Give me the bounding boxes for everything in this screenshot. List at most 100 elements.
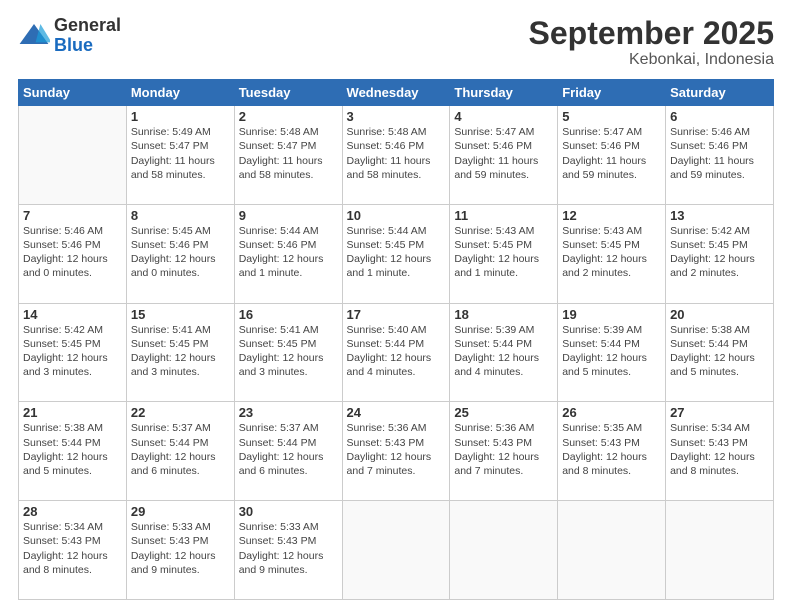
day-info: Sunrise: 5:36 AMSunset: 5:43 PMDaylight:… — [347, 421, 446, 478]
page: General Blue September 2025 Kebonkai, In… — [0, 0, 792, 612]
day-number: 11 — [454, 208, 553, 223]
table-row — [342, 501, 450, 600]
header-sunday: Sunday — [19, 80, 127, 106]
day-info: Sunrise: 5:41 AMSunset: 5:45 PMDaylight:… — [131, 323, 230, 380]
table-row: 21Sunrise: 5:38 AMSunset: 5:44 PMDayligh… — [19, 402, 127, 501]
table-row: 16Sunrise: 5:41 AMSunset: 5:45 PMDayligh… — [234, 303, 342, 402]
day-number: 12 — [562, 208, 661, 223]
day-info: Sunrise: 5:41 AMSunset: 5:45 PMDaylight:… — [239, 323, 338, 380]
day-number: 5 — [562, 109, 661, 124]
day-info: Sunrise: 5:46 AMSunset: 5:46 PMDaylight:… — [670, 125, 769, 182]
day-number: 21 — [23, 405, 122, 420]
calendar-week-4: 21Sunrise: 5:38 AMSunset: 5:44 PMDayligh… — [19, 402, 774, 501]
day-number: 18 — [454, 307, 553, 322]
day-number: 6 — [670, 109, 769, 124]
day-number: 24 — [347, 405, 446, 420]
day-info: Sunrise: 5:37 AMSunset: 5:44 PMDaylight:… — [131, 421, 230, 478]
day-number: 25 — [454, 405, 553, 420]
day-info: Sunrise: 5:33 AMSunset: 5:43 PMDaylight:… — [239, 520, 338, 577]
day-info: Sunrise: 5:48 AMSunset: 5:47 PMDaylight:… — [239, 125, 338, 182]
day-number: 19 — [562, 307, 661, 322]
table-row: 28Sunrise: 5:34 AMSunset: 5:43 PMDayligh… — [19, 501, 127, 600]
table-row: 24Sunrise: 5:36 AMSunset: 5:43 PMDayligh… — [342, 402, 450, 501]
day-info: Sunrise: 5:35 AMSunset: 5:43 PMDaylight:… — [562, 421, 661, 478]
logo-general: General — [54, 16, 121, 36]
table-row: 9Sunrise: 5:44 AMSunset: 5:46 PMDaylight… — [234, 204, 342, 303]
day-number: 2 — [239, 109, 338, 124]
title-block: September 2025 Kebonkai, Indonesia — [529, 16, 774, 69]
table-row: 12Sunrise: 5:43 AMSunset: 5:45 PMDayligh… — [558, 204, 666, 303]
day-number: 16 — [239, 307, 338, 322]
table-row: 13Sunrise: 5:42 AMSunset: 5:45 PMDayligh… — [666, 204, 774, 303]
logo: General Blue — [18, 16, 121, 56]
table-row: 19Sunrise: 5:39 AMSunset: 5:44 PMDayligh… — [558, 303, 666, 402]
day-number: 27 — [670, 405, 769, 420]
day-info: Sunrise: 5:40 AMSunset: 5:44 PMDaylight:… — [347, 323, 446, 380]
table-row: 7Sunrise: 5:46 AMSunset: 5:46 PMDaylight… — [19, 204, 127, 303]
day-info: Sunrise: 5:34 AMSunset: 5:43 PMDaylight:… — [670, 421, 769, 478]
day-number: 4 — [454, 109, 553, 124]
table-row: 4Sunrise: 5:47 AMSunset: 5:46 PMDaylight… — [450, 106, 558, 205]
calendar-title: September 2025 — [529, 16, 774, 51]
logo-text: General Blue — [54, 16, 121, 56]
day-number: 17 — [347, 307, 446, 322]
table-row — [19, 106, 127, 205]
day-number: 7 — [23, 208, 122, 223]
calendar-header-row: Sunday Monday Tuesday Wednesday Thursday… — [19, 80, 774, 106]
table-row: 5Sunrise: 5:47 AMSunset: 5:46 PMDaylight… — [558, 106, 666, 205]
day-info: Sunrise: 5:42 AMSunset: 5:45 PMDaylight:… — [670, 224, 769, 281]
day-number: 20 — [670, 307, 769, 322]
day-info: Sunrise: 5:43 AMSunset: 5:45 PMDaylight:… — [454, 224, 553, 281]
table-row: 26Sunrise: 5:35 AMSunset: 5:43 PMDayligh… — [558, 402, 666, 501]
logo-blue: Blue — [54, 36, 121, 56]
table-row — [666, 501, 774, 600]
day-number: 23 — [239, 405, 338, 420]
header-saturday: Saturday — [666, 80, 774, 106]
day-info: Sunrise: 5:46 AMSunset: 5:46 PMDaylight:… — [23, 224, 122, 281]
table-row: 3Sunrise: 5:48 AMSunset: 5:46 PMDaylight… — [342, 106, 450, 205]
logo-icon — [18, 20, 50, 52]
day-number: 3 — [347, 109, 446, 124]
table-row: 20Sunrise: 5:38 AMSunset: 5:44 PMDayligh… — [666, 303, 774, 402]
table-row: 14Sunrise: 5:42 AMSunset: 5:45 PMDayligh… — [19, 303, 127, 402]
day-info: Sunrise: 5:36 AMSunset: 5:43 PMDaylight:… — [454, 421, 553, 478]
header-tuesday: Tuesday — [234, 80, 342, 106]
day-number: 9 — [239, 208, 338, 223]
day-info: Sunrise: 5:45 AMSunset: 5:46 PMDaylight:… — [131, 224, 230, 281]
table-row: 1Sunrise: 5:49 AMSunset: 5:47 PMDaylight… — [126, 106, 234, 205]
header-thursday: Thursday — [450, 80, 558, 106]
calendar-week-2: 7Sunrise: 5:46 AMSunset: 5:46 PMDaylight… — [19, 204, 774, 303]
table-row — [558, 501, 666, 600]
table-row: 22Sunrise: 5:37 AMSunset: 5:44 PMDayligh… — [126, 402, 234, 501]
table-row: 2Sunrise: 5:48 AMSunset: 5:47 PMDaylight… — [234, 106, 342, 205]
day-info: Sunrise: 5:44 AMSunset: 5:45 PMDaylight:… — [347, 224, 446, 281]
day-info: Sunrise: 5:33 AMSunset: 5:43 PMDaylight:… — [131, 520, 230, 577]
day-info: Sunrise: 5:34 AMSunset: 5:43 PMDaylight:… — [23, 520, 122, 577]
day-number: 1 — [131, 109, 230, 124]
header-monday: Monday — [126, 80, 234, 106]
table-row: 15Sunrise: 5:41 AMSunset: 5:45 PMDayligh… — [126, 303, 234, 402]
day-number: 14 — [23, 307, 122, 322]
table-row — [450, 501, 558, 600]
day-number: 22 — [131, 405, 230, 420]
table-row: 11Sunrise: 5:43 AMSunset: 5:45 PMDayligh… — [450, 204, 558, 303]
table-row: 17Sunrise: 5:40 AMSunset: 5:44 PMDayligh… — [342, 303, 450, 402]
table-row: 25Sunrise: 5:36 AMSunset: 5:43 PMDayligh… — [450, 402, 558, 501]
day-info: Sunrise: 5:38 AMSunset: 5:44 PMDaylight:… — [670, 323, 769, 380]
calendar-table: Sunday Monday Tuesday Wednesday Thursday… — [18, 79, 774, 600]
table-row: 29Sunrise: 5:33 AMSunset: 5:43 PMDayligh… — [126, 501, 234, 600]
day-info: Sunrise: 5:49 AMSunset: 5:47 PMDaylight:… — [131, 125, 230, 182]
day-number: 13 — [670, 208, 769, 223]
calendar-week-3: 14Sunrise: 5:42 AMSunset: 5:45 PMDayligh… — [19, 303, 774, 402]
day-info: Sunrise: 5:44 AMSunset: 5:46 PMDaylight:… — [239, 224, 338, 281]
day-number: 26 — [562, 405, 661, 420]
table-row: 8Sunrise: 5:45 AMSunset: 5:46 PMDaylight… — [126, 204, 234, 303]
header-friday: Friday — [558, 80, 666, 106]
calendar-week-1: 1Sunrise: 5:49 AMSunset: 5:47 PMDaylight… — [19, 106, 774, 205]
day-info: Sunrise: 5:39 AMSunset: 5:44 PMDaylight:… — [562, 323, 661, 380]
day-info: Sunrise: 5:39 AMSunset: 5:44 PMDaylight:… — [454, 323, 553, 380]
day-info: Sunrise: 5:38 AMSunset: 5:44 PMDaylight:… — [23, 421, 122, 478]
day-info: Sunrise: 5:47 AMSunset: 5:46 PMDaylight:… — [454, 125, 553, 182]
calendar-subtitle: Kebonkai, Indonesia — [529, 51, 774, 69]
day-number: 28 — [23, 504, 122, 519]
